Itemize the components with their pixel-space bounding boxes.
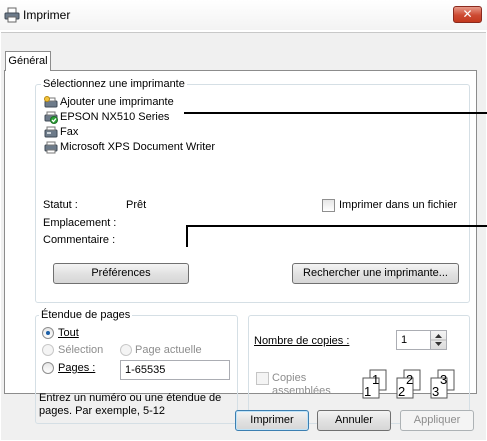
collate-label-2[interactable]: assemblées bbox=[272, 385, 331, 397]
cancel-button[interactable]: Annuler bbox=[317, 410, 391, 431]
printer-icon bbox=[44, 141, 58, 154]
printer-label: EPSON NX510 Series bbox=[60, 111, 170, 123]
printer-item-xps[interactable]: Microsoft XPS Document Writer bbox=[44, 140, 215, 155]
pages-label[interactable]: Pages : bbox=[58, 362, 95, 374]
print-button[interactable]: Imprimer bbox=[235, 410, 309, 431]
pages-input[interactable]: 1-65535 bbox=[120, 360, 230, 380]
printer-icon bbox=[4, 7, 20, 23]
collate-page-2b: 2 bbox=[406, 372, 414, 387]
selection-label[interactable]: Sélection bbox=[58, 344, 103, 356]
current-page-label[interactable]: Page actuelle bbox=[135, 344, 202, 356]
print-to-file-label[interactable]: Imprimer dans un fichier bbox=[339, 199, 457, 211]
printer-label: Ajouter une imprimante bbox=[60, 96, 174, 108]
printer-item-add[interactable]: Ajouter une imprimante bbox=[44, 95, 215, 110]
dialog-body: Général Sélectionnez une imprimante Ajou… bbox=[1, 32, 486, 440]
pages-radio[interactable] bbox=[42, 362, 54, 374]
collate-page-2a: 2 bbox=[398, 384, 406, 399]
page-range-legend: Étendue de pages bbox=[39, 309, 133, 321]
default-printer-icon bbox=[44, 111, 58, 124]
close-button[interactable]: ✕ bbox=[453, 6, 482, 23]
copies-spinner[interactable] bbox=[430, 330, 447, 350]
find-printer-button[interactable]: Rechercher une imprimante... bbox=[292, 263, 459, 284]
add-printer-icon bbox=[44, 96, 58, 108]
collate-checkbox[interactable] bbox=[256, 372, 269, 385]
collate-page-1b: 1 bbox=[372, 372, 380, 387]
apply-button[interactable]: Appliquer bbox=[400, 410, 474, 431]
comment-label: Commentaire : bbox=[43, 234, 116, 246]
printer-label: Fax bbox=[60, 126, 79, 138]
preferences-button[interactable]: Préférences bbox=[53, 263, 189, 284]
printer-list[interactable]: Ajouter une imprimante EPSON NX510 Serie… bbox=[44, 95, 216, 155]
window-title: Imprimer bbox=[23, 8, 71, 22]
status-value: Prêt bbox=[126, 199, 147, 211]
selection-radio[interactable] bbox=[42, 344, 54, 356]
printer-label: Microsoft XPS Document Writer bbox=[60, 141, 216, 153]
number-of-copies-label: Nombre de copies : bbox=[254, 335, 350, 347]
callout-line-printer bbox=[184, 112, 487, 114]
fax-icon bbox=[44, 126, 58, 138]
collate-page-1a: 1 bbox=[364, 384, 372, 399]
collate-page-3b: 3 bbox=[440, 372, 448, 387]
print-dialog: Imprimer ✕ Général Sélectionnez une impr… bbox=[0, 0, 487, 441]
title-bar[interactable]: Imprimer ✕ bbox=[0, 0, 487, 30]
spinner-arrows-icon bbox=[431, 334, 446, 346]
callout-line-preferences bbox=[186, 225, 487, 227]
callout-line-preferences-drop bbox=[186, 225, 188, 247]
printer-item-fax[interactable]: Fax bbox=[44, 125, 215, 140]
printer-selection-group: Sélectionnez une imprimante Ajouter une … bbox=[35, 78, 470, 303]
print-to-file-checkbox[interactable] bbox=[322, 199, 335, 212]
status-label: Statut : bbox=[43, 199, 78, 211]
copies-group: Nombre de copies : 1 Copies assemblées 1… bbox=[248, 315, 470, 424]
location-label: Emplacement : bbox=[43, 217, 117, 229]
page-range-group: Étendue de pages Tout Sélection Page act… bbox=[35, 309, 238, 424]
collate-label-1[interactable]: Copies bbox=[272, 372, 306, 384]
all-pages-label[interactable]: Tout bbox=[58, 327, 79, 339]
page-range-help: Entrez un numéro ou une étendue de pages… bbox=[39, 392, 222, 417]
printer-group-legend: Sélectionnez une imprimante bbox=[41, 78, 187, 90]
general-panel: Sélectionnez une imprimante Ajouter une … bbox=[4, 70, 477, 424]
current-page-radio[interactable] bbox=[120, 344, 132, 356]
collate-page-3a: 3 bbox=[432, 384, 440, 399]
all-pages-radio[interactable] bbox=[42, 327, 54, 339]
tab-general[interactable]: Général bbox=[5, 51, 51, 71]
close-icon: ✕ bbox=[462, 7, 473, 21]
